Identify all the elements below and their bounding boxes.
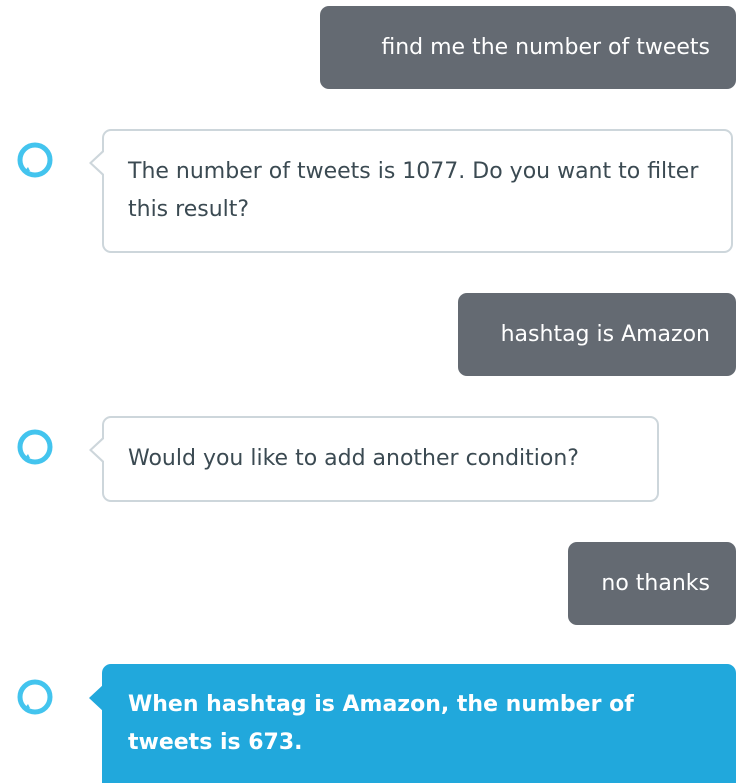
user-message-bubble: no thanks <box>568 542 736 625</box>
bubble-tail <box>89 684 105 712</box>
chat-thread: find me the number of tweets The number … <box>0 0 740 783</box>
alexa-ring-icon <box>16 141 54 179</box>
alexa-message-text: The number of tweets is 1077. Do you wan… <box>128 159 699 222</box>
user-message-bubble: hashtag is Amazon <box>458 293 736 376</box>
alexa-message-bubble: The number of tweets is 1077. Do you wan… <box>89 129 733 253</box>
alexa-ring-icon <box>16 678 54 716</box>
bubble-tail <box>89 149 105 177</box>
user-message-bubble: find me the number of tweets <box>320 6 736 89</box>
user-message-text: find me the number of tweets <box>381 35 710 60</box>
alexa-message-bubble-highlighted: When hashtag is Amazon, the number of tw… <box>89 664 736 783</box>
user-message-text: hashtag is Amazon <box>500 322 710 347</box>
alexa-ring-icon <box>16 428 54 466</box>
user-message-text: no thanks <box>601 571 710 596</box>
alexa-message-bubble: Would you like to add another condition? <box>89 416 659 502</box>
alexa-message-text: Would you like to add another condition? <box>128 446 579 471</box>
alexa-message-text: When hashtag is Amazon, the number of tw… <box>128 691 634 755</box>
bubble-tail <box>89 436 105 464</box>
